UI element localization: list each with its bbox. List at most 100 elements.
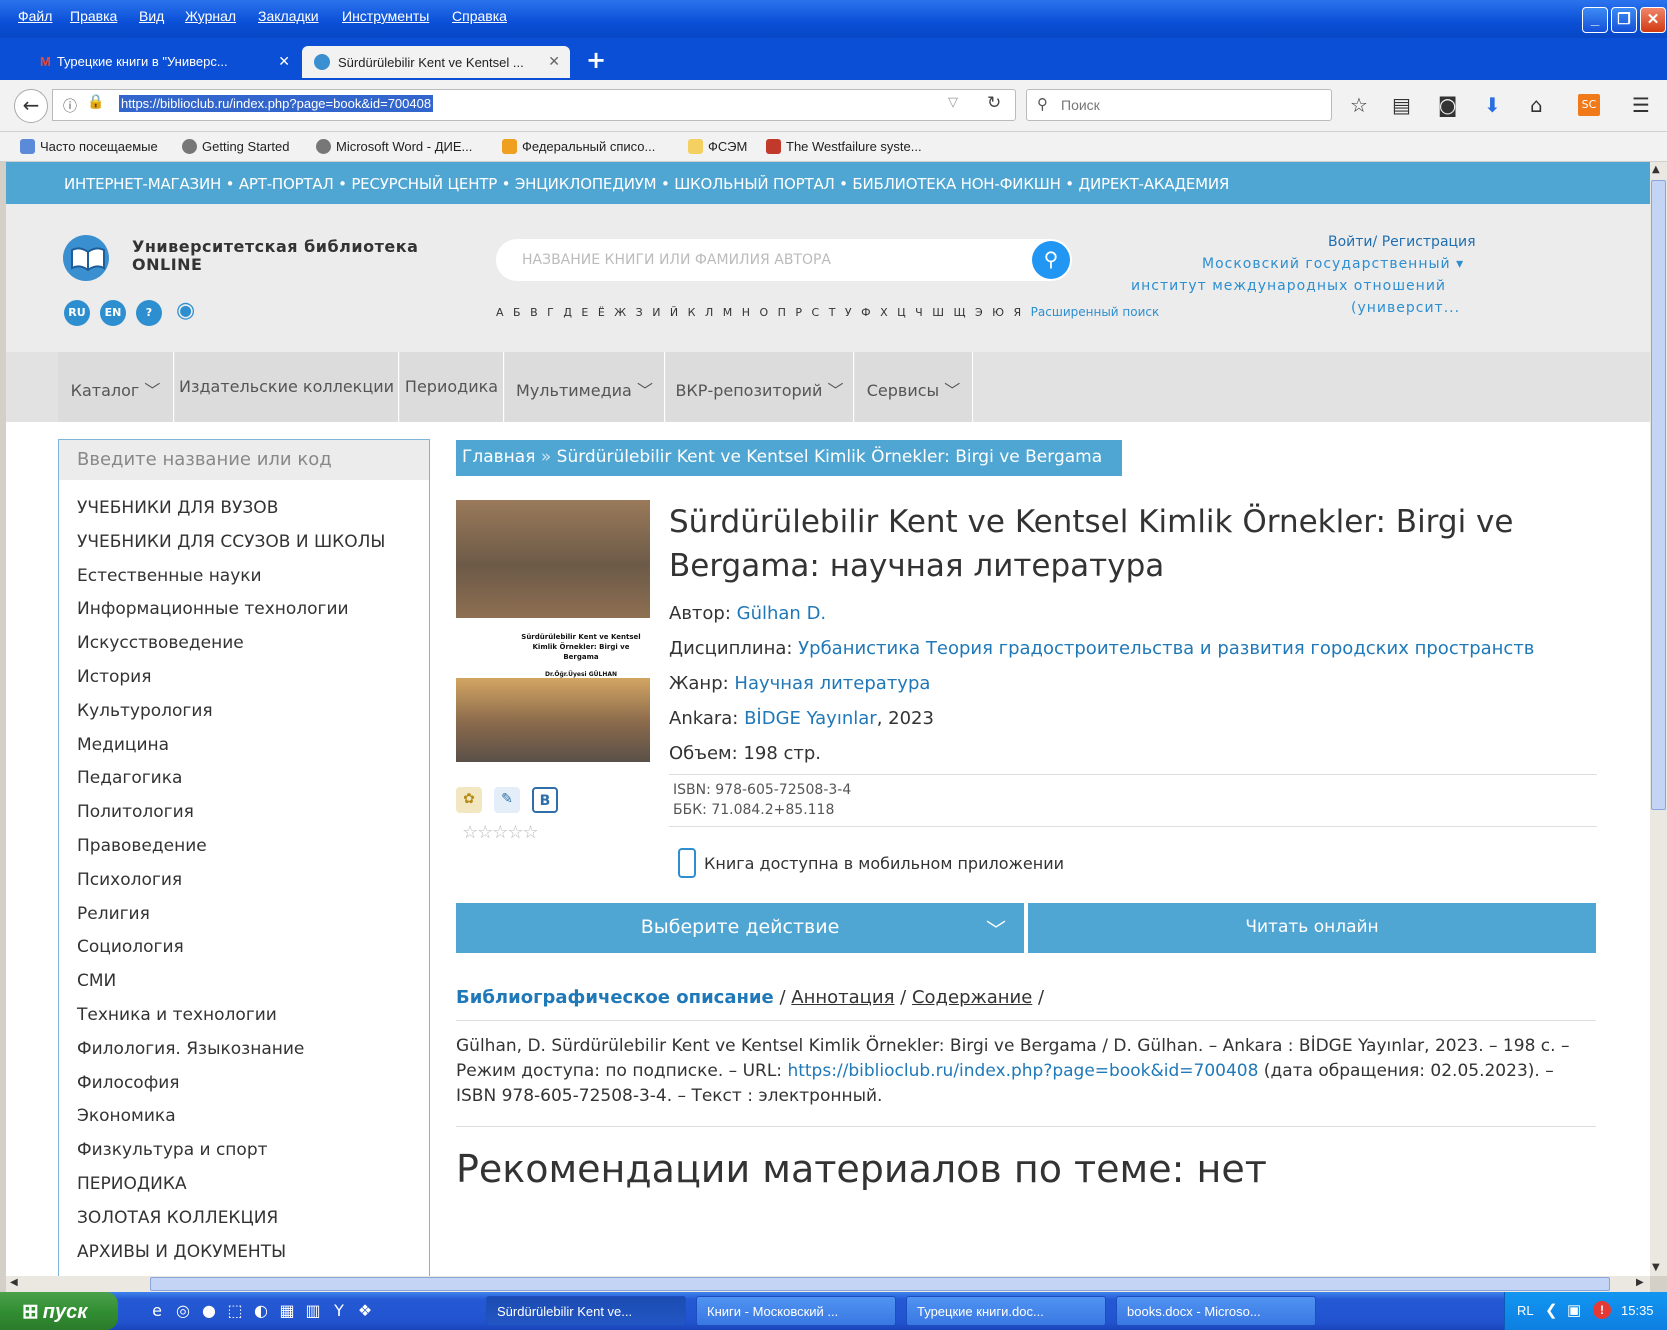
- bookmark-item[interactable]: Федеральный списо...: [502, 139, 655, 154]
- reload-icon[interactable]: ↻: [987, 93, 1001, 113]
- taskbar-item-books-docx[interactable]: books.docx - Microso...: [1116, 1296, 1316, 1326]
- scroll-left-icon[interactable]: ◀: [10, 1277, 18, 1288]
- menu-edit[interactable]: Правка: [70, 8, 117, 24]
- sidebar-category-item[interactable]: Религия: [77, 904, 150, 924]
- menu-tools[interactable]: Инструменты: [342, 8, 429, 24]
- lang-ru-button[interactable]: RU: [64, 300, 90, 326]
- bookmark-item[interactable]: The Westfailure syste...: [766, 139, 922, 154]
- media-icon[interactable]: ◐: [250, 1300, 272, 1322]
- download-icon[interactable]: ⬇: [1484, 94, 1501, 116]
- menu-history[interactable]: Журнал: [185, 8, 236, 24]
- tray-arrow-icon[interactable]: ❮: [1545, 1301, 1558, 1319]
- library-logo-icon[interactable]: [60, 232, 116, 282]
- address-bar[interactable]: ⓘ 🔒 https://biblioclub.ru/index.php?page…: [52, 89, 1016, 121]
- sidebar-category-item[interactable]: Педагогика: [77, 768, 182, 788]
- lang-en-button[interactable]: EN: [100, 300, 126, 326]
- nav-services[interactable]: Сервисы ﹀: [855, 352, 973, 422]
- close-tab-icon[interactable]: ✕: [548, 53, 560, 70]
- sidebar-category-item[interactable]: Медицина: [77, 735, 169, 755]
- ie-icon[interactable]: e: [146, 1300, 168, 1322]
- nav-multimedia[interactable]: Мультимедиа ﹀: [505, 352, 665, 422]
- scroll-right-icon[interactable]: ▶: [1636, 1277, 1644, 1288]
- menu-file[interactable]: Файл: [18, 8, 52, 24]
- network-icon[interactable]: ❖: [354, 1300, 376, 1322]
- sidebar-category-item[interactable]: Экономика: [77, 1106, 176, 1126]
- publisher-link[interactable]: BİDGE Yayınlar: [744, 708, 877, 729]
- close-tab-icon[interactable]: ✕: [278, 53, 290, 70]
- sidebar-category-item[interactable]: УЧЕБНИКИ ДЛЯ ВУЗОВ: [77, 498, 278, 518]
- tab-current-book[interactable]: Sürdürülebilir Kent ve Kentsel ... ✕: [302, 46, 570, 78]
- author-link[interactable]: Gülhan D.: [737, 603, 827, 624]
- sidebar-category-item[interactable]: ПЕРИОДИКА: [77, 1174, 187, 1194]
- horizontal-scroll-thumb[interactable]: [150, 1277, 1610, 1291]
- site-search-input[interactable]: НАЗВАНИЕ КНИГИ ИЛИ ФАМИЛИЯ АВТОРА ⚲: [496, 239, 1072, 281]
- bookmark-item[interactable]: Getting Started: [182, 139, 289, 154]
- menu-view[interactable]: Вид: [139, 8, 164, 24]
- help-button[interactable]: ?: [136, 300, 162, 326]
- vk-icon[interactable]: B: [532, 787, 558, 813]
- alert-icon[interactable]: !: [1593, 1301, 1611, 1319]
- nav-publisher-collections[interactable]: Издательские коллекции: [175, 352, 399, 422]
- bookmark-item[interactable]: Microsoft Word - ДИЕ...: [316, 139, 472, 154]
- sidebar-category-item[interactable]: СМИ: [77, 971, 116, 991]
- sidebar-category-item[interactable]: Психология: [77, 870, 182, 890]
- breadcrumb-current[interactable]: Sürdürülebilir Kent ve Kentsel Kimlik Ör…: [557, 447, 1103, 467]
- taskbar-item-turkish-doc[interactable]: Турецкие книги.doc...: [906, 1296, 1106, 1326]
- browser-search-input[interactable]: ⚲ Поиск: [1026, 89, 1332, 121]
- reading-list-icon[interactable]: ▤: [1392, 94, 1411, 116]
- sidebar-category-item[interactable]: Философия: [77, 1073, 180, 1093]
- search-icon[interactable]: ⚲: [1032, 241, 1070, 279]
- start-button[interactable]: ⊞ пуск: [0, 1292, 118, 1330]
- award-icon[interactable]: ✿: [456, 787, 482, 813]
- sidebar-category-item[interactable]: Естественные науки: [77, 566, 262, 586]
- sidebar-category-item[interactable]: Политология: [77, 802, 194, 822]
- sidebar-category-item[interactable]: Информационные технологии: [77, 599, 349, 619]
- back-arrow-icon[interactable]: ←: [14, 89, 48, 123]
- language-indicator[interactable]: RL: [1517, 1303, 1534, 1318]
- url-text[interactable]: https://biblioclub.ru/index.php?page=boo…: [119, 95, 434, 112]
- pdf-icon[interactable]: ⬚: [224, 1300, 246, 1322]
- sidebar-category-item[interactable]: Культурология: [77, 701, 213, 721]
- yandex-icon[interactable]: Y: [328, 1300, 350, 1322]
- info-icon[interactable]: ⓘ: [63, 96, 77, 116]
- close-window-icon[interactable]: ✕: [1640, 7, 1666, 33]
- read-online-button[interactable]: Читать онлайн: [1028, 903, 1596, 953]
- nav-periodicals[interactable]: Периодика: [400, 352, 504, 422]
- book-cover[interactable]: Sürdürülebilir Kent ve Kentsel Kimlik Örn…: [456, 500, 650, 762]
- menu-help[interactable]: Справка: [452, 8, 507, 24]
- tab-annotation[interactable]: Аннотация: [791, 987, 894, 1008]
- sidebar-category-item[interactable]: Искусствоведение: [77, 633, 244, 653]
- sidebar-category-item[interactable]: Социология: [77, 937, 184, 957]
- top-portal-links[interactable]: ИНТЕРНЕТ-МАГАЗИН • АРТ-ПОРТАЛ • РЕСУРСНЫ…: [6, 162, 1650, 204]
- browser-icon[interactable]: ◎: [172, 1300, 194, 1322]
- tab-contents[interactable]: Содержание: [912, 987, 1032, 1008]
- vertical-scroll-thumb[interactable]: [1651, 180, 1666, 810]
- pocket-icon[interactable]: ◙: [1438, 94, 1457, 116]
- window-icon[interactable]: ▥: [302, 1300, 324, 1322]
- firefox-icon[interactable]: ●: [198, 1300, 220, 1322]
- new-tab-button[interactable]: +: [586, 46, 606, 74]
- sidebar-category-item[interactable]: Филология. Языкознание: [77, 1039, 304, 1059]
- paperclip-icon[interactable]: ✎: [494, 787, 520, 813]
- book-url-link[interactable]: https://biblioclub.ru/index.php?page=boo…: [787, 1061, 1258, 1081]
- document-icon[interactable]: ▦: [276, 1300, 298, 1322]
- sidebar-category-item[interactable]: УЧЕБНИКИ ДЛЯ ССУЗОВ И ШКОЛЫ: [77, 532, 385, 552]
- sidebar-category-item[interactable]: АРХИВЫ И ДОКУМЕНТЫ: [77, 1242, 286, 1262]
- sidebar-category-item[interactable]: История: [77, 667, 151, 687]
- hamburger-menu-icon[interactable]: ☰: [1632, 94, 1650, 116]
- taskbar-item-firefox[interactable]: Sürdürülebilir Kent ve...: [486, 1296, 686, 1326]
- taskbar-item-books[interactable]: Книги - Московский ...: [696, 1296, 896, 1326]
- sidebar-category-item[interactable]: Физкультура и спорт: [77, 1140, 268, 1160]
- login-link[interactable]: Войти/ Регистрация: [1328, 234, 1476, 250]
- eye-icon[interactable]: ◉: [176, 298, 195, 323]
- rating-stars[interactable]: ☆☆☆☆☆: [462, 822, 539, 843]
- alphabet-index[interactable]: А Б В Г Д Е Ё Ж З И Й К Л М Н О П Р С Т …: [496, 305, 1159, 319]
- genre-link[interactable]: Научная литература: [734, 673, 930, 694]
- organization-selector[interactable]: Московский государственный ▾: [1202, 256, 1464, 272]
- restore-icon[interactable]: ❐: [1611, 7, 1637, 33]
- tab-bibliographic[interactable]: Библиографическое описание: [456, 987, 774, 1008]
- breadcrumb-home[interactable]: Главная: [462, 447, 535, 467]
- tray-network-icon[interactable]: ▣: [1567, 1301, 1581, 1319]
- dropdown-icon[interactable]: ▽: [948, 95, 958, 110]
- catalog-filter-input[interactable]: Введите название или код: [59, 440, 429, 480]
